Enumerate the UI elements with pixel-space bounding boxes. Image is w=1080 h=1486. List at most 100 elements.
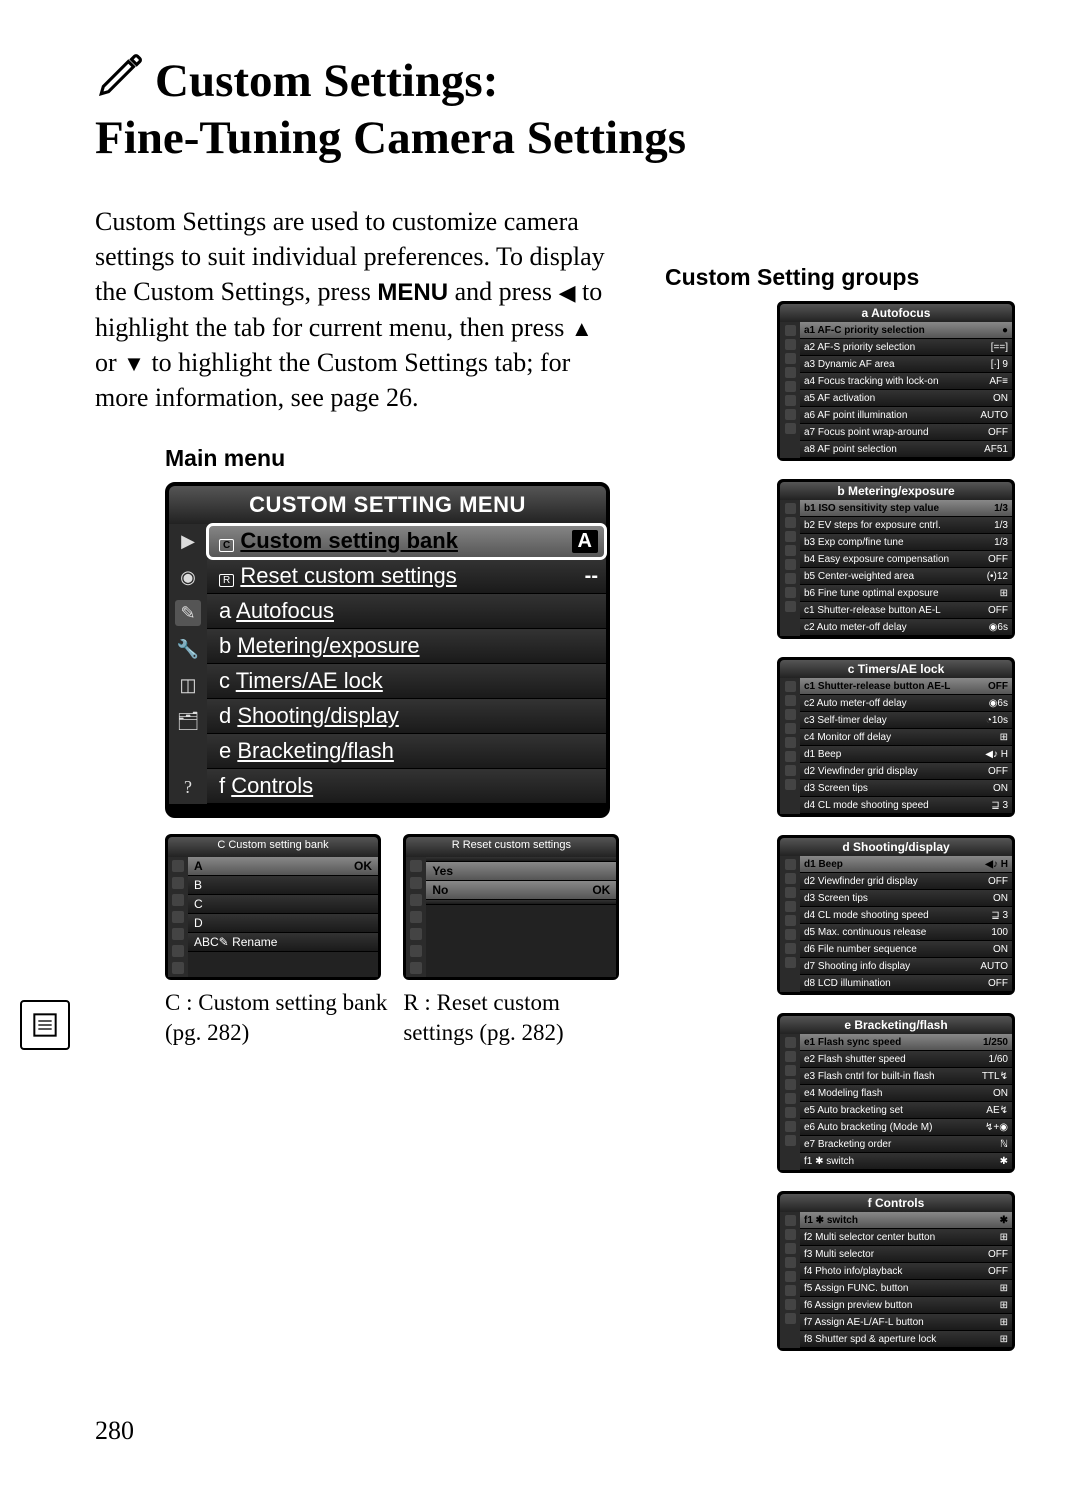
group-side-icons: [780, 678, 800, 814]
custom-bank-thumb: C Custom setting bank AOKBCDABC✎ Rename: [165, 834, 381, 980]
menu-row-label: c Timers/AE lock: [219, 668, 383, 694]
group-row: e6 Auto bracketing (Mode M)↯+◉: [800, 1119, 1012, 1136]
group-side-icons: [780, 1212, 800, 1348]
group-row: f2 Multi selector center button⊞: [800, 1229, 1012, 1246]
group-row: b4 Easy exposure compensationOFF: [800, 551, 1012, 568]
group-row: a8 AF point selectionAF51: [800, 441, 1012, 458]
group-row: a6 AF point illuminationAUTO: [800, 407, 1012, 424]
group-side-icons: [780, 500, 800, 636]
pencil-icon: ✎: [175, 600, 201, 626]
group-row: d3 Screen tipsON: [800, 780, 1012, 797]
group-row: b2 EV steps for exposure cntrl.1/3: [800, 517, 1012, 534]
menu-row-label: a Autofocus: [219, 598, 334, 624]
group-row: f4 Photo info/playbackOFF: [800, 1263, 1012, 1280]
main-menu-label: Main menu: [165, 445, 635, 472]
group-row: a3 Dynamic AF area[·] 9: [800, 356, 1012, 373]
menu-row: C Custom setting bankA: [207, 524, 606, 559]
thumb-left-caption: C : Custom setting bank (pg. 282): [165, 988, 389, 1048]
group-row: f7 Assign AE-L/AF-L button⊞: [800, 1314, 1012, 1331]
menu-row: c Timers/AE lock: [207, 664, 606, 699]
group-header: c Timers/AE lock: [780, 660, 1012, 678]
camera-icon: ◉: [175, 564, 201, 590]
group-row: e5 Auto bracketing setAE↯: [800, 1102, 1012, 1119]
group-row: d3 Screen tipsON: [800, 890, 1012, 907]
group-row: f3 Multi selectorOFF: [800, 1246, 1012, 1263]
group-side-icons: [780, 1034, 800, 1170]
group-screen: c Timers/AE lockc1 Shutter-release butto…: [777, 657, 1015, 817]
group-header: b Metering/exposure: [780, 482, 1012, 500]
thumb-row: C: [188, 895, 378, 914]
pencil-icon: [95, 50, 145, 112]
group-screen: f Controlsf1 ✱ switch✱f2 Multi selector …: [777, 1191, 1015, 1351]
group-row: f1 ✱ switch✱: [800, 1212, 1012, 1229]
group-row: d2 Viewfinder grid displayOFF: [800, 763, 1012, 780]
group-row: a1 AF-C priority selection●: [800, 322, 1012, 339]
title-line-1: Custom Settings:: [155, 55, 498, 108]
group-header: f Controls: [780, 1194, 1012, 1212]
group-row: a5 AF activationON: [800, 390, 1012, 407]
group-side-icons: [780, 856, 800, 992]
group-row: a7 Focus point wrap-aroundOFF: [800, 424, 1012, 441]
group-row: e2 Flash shutter speed1/60: [800, 1051, 1012, 1068]
group-row: c1 Shutter-release button AE-LOFF: [800, 678, 1012, 695]
thumb-right-caption: R : Reset custom settings (pg. 282): [403, 988, 635, 1048]
page-title: Custom Settings: Fine-Tuning Camera Sett…: [95, 50, 1015, 164]
thumb-row: NoOK: [426, 881, 616, 900]
menu-key: MENU: [377, 279, 448, 306]
group-row: d1 Beep◀♪ H: [800, 856, 1012, 873]
intro-paragraph: Custom Settings are used to customize ca…: [95, 204, 615, 415]
group-row: b5 Center-weighted area(•)12: [800, 568, 1012, 585]
wrench-icon: 🔧: [175, 636, 201, 662]
group-side-icons: [780, 322, 800, 458]
menu-row-label: f Controls: [219, 773, 313, 799]
menu-row-value: A: [572, 530, 598, 553]
group-row: d8 LCD illuminationOFF: [800, 975, 1012, 992]
margin-menu-icon: [20, 1000, 70, 1050]
title-line-2: Fine-Tuning Camera Settings: [95, 112, 1015, 165]
menu-row: e Bracketing/flash: [207, 734, 606, 769]
group-row: d4 CL mode shooting speed⊒ 3: [800, 907, 1012, 924]
thumb-row: ABC✎ Rename: [188, 933, 378, 952]
group-row: b1 ISO sensitivity step value1/3: [800, 500, 1012, 517]
page-number: 280: [95, 1416, 134, 1446]
menu-row-value: --: [585, 565, 598, 588]
thumb-row: AOK: [188, 857, 378, 876]
menu-row: d Shooting/display: [207, 699, 606, 734]
down-triangle-icon: ▼: [123, 351, 145, 376]
group-row: a4 Focus tracking with lock-onAF≡: [800, 373, 1012, 390]
menu-row: f Controls: [207, 769, 606, 804]
group-row: e7 Bracketing orderℕ: [800, 1136, 1012, 1153]
group-row: c1 Shutter-release button AE-LOFF: [800, 602, 1012, 619]
thumb-header: C Custom setting bank: [168, 837, 378, 857]
up-triangle-icon: ▲: [571, 316, 593, 341]
menu-row: R Reset custom settings --: [207, 559, 606, 594]
thumb-row: Yes: [426, 862, 616, 881]
group-header: a Autofocus: [780, 304, 1012, 322]
menu-side-icons: ▶ ◉ ✎ 🔧 ◫ 🗂 ?: [169, 524, 207, 804]
group-row: e4 Modeling flashON: [800, 1085, 1012, 1102]
thumb-header: R Reset custom settings: [406, 837, 616, 857]
group-row: b3 Exp comp/fine tune1/3: [800, 534, 1012, 551]
group-header: d Shooting/display: [780, 838, 1012, 856]
group-row: c3 Self-timer delay◔10s: [800, 712, 1012, 729]
group-screen: b Metering/exposureb1 ISO sensitivity st…: [777, 479, 1015, 639]
group-row: f1 ✱ switch✱: [800, 1153, 1012, 1170]
group-screen: a Autofocusa1 AF-C priority selection●a2…: [777, 301, 1015, 461]
group-row: a2 AF-S priority selection[==]: [800, 339, 1012, 356]
group-row: c2 Auto meter-off delay◉6s: [800, 695, 1012, 712]
group-row: c4 Monitor off delay⊞: [800, 729, 1012, 746]
menu-row-label: e Bracketing/flash: [219, 738, 394, 764]
group-row: d7 Shooting info displayAUTO: [800, 958, 1012, 975]
group-row: f6 Assign preview button⊞: [800, 1297, 1012, 1314]
group-row: d6 File number sequenceON: [800, 941, 1012, 958]
playback-icon: ▶: [175, 528, 201, 554]
group-screen: e Bracketing/flashe1 Flash sync speed1/2…: [777, 1013, 1015, 1173]
help-icon: ?: [175, 774, 201, 800]
group-row: f5 Assign FUNC. button⊞: [800, 1280, 1012, 1297]
group-row: d2 Viewfinder grid displayOFF: [800, 873, 1012, 890]
menu-row-label: R Reset custom settings: [219, 563, 457, 589]
group-row: e1 Flash sync speed1/250: [800, 1034, 1012, 1051]
group-screen: d Shooting/displayd1 Beep◀♪ Hd2 Viewfind…: [777, 835, 1015, 995]
menu-row-label: d Shooting/display: [219, 703, 399, 729]
menu-header: CUSTOM SETTING MENU: [169, 486, 606, 524]
